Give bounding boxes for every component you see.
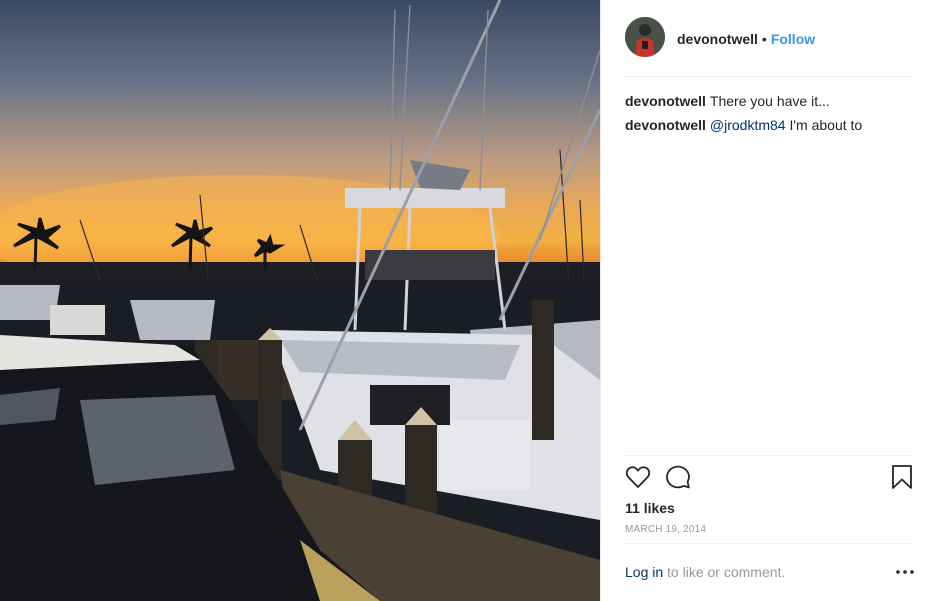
actions-divider [625, 455, 913, 456]
post-photo[interactable] [0, 0, 600, 601]
post-header: devonotwell • Follow [601, 0, 936, 76]
follow-button[interactable]: Follow [771, 31, 815, 47]
comment-item: devonotwell There you have it... [625, 89, 913, 113]
likes-count[interactable]: 11 likes [625, 499, 675, 517]
avatar[interactable] [625, 17, 665, 57]
comment-mention[interactable]: @jrodktm84 [710, 117, 786, 133]
comment-text: I'm about to [789, 117, 863, 133]
comment-username[interactable]: devonotwell [625, 117, 706, 133]
comment-icon[interactable] [665, 464, 691, 492]
post-side-panel: devonotwell • Follow devonotwell There you … [600, 0, 936, 601]
marina-sunset-illustration [0, 0, 600, 601]
heart-icon[interactable] [625, 464, 651, 492]
login-prompt-text: to like or comment. [667, 564, 786, 580]
post-container: devonotwell • Follow devonotwell There you … [0, 0, 936, 601]
header-username[interactable]: devonotwell [677, 31, 758, 47]
footer-divider [625, 543, 913, 544]
bookmark-icon[interactable] [891, 464, 917, 492]
comments-list: devonotwell There you have it... devonotw… [625, 89, 913, 137]
header-text: devonotwell • Follow [677, 30, 815, 48]
login-prompt: Log in to like or comment. [625, 563, 915, 581]
more-options-icon[interactable] [895, 563, 915, 581]
comment-item: devonotwell @jrodktm84 I'm about to [625, 113, 913, 137]
header-separator: • [761, 31, 767, 47]
avatar-image [625, 17, 665, 57]
comment-text: There you have it... [709, 93, 830, 109]
login-link[interactable]: Log in [625, 564, 663, 580]
comment-username[interactable]: devonotwell [625, 93, 706, 109]
action-bar [625, 464, 915, 494]
post-date[interactable]: MARCH 19, 2014 [625, 524, 706, 536]
header-divider [625, 76, 913, 77]
